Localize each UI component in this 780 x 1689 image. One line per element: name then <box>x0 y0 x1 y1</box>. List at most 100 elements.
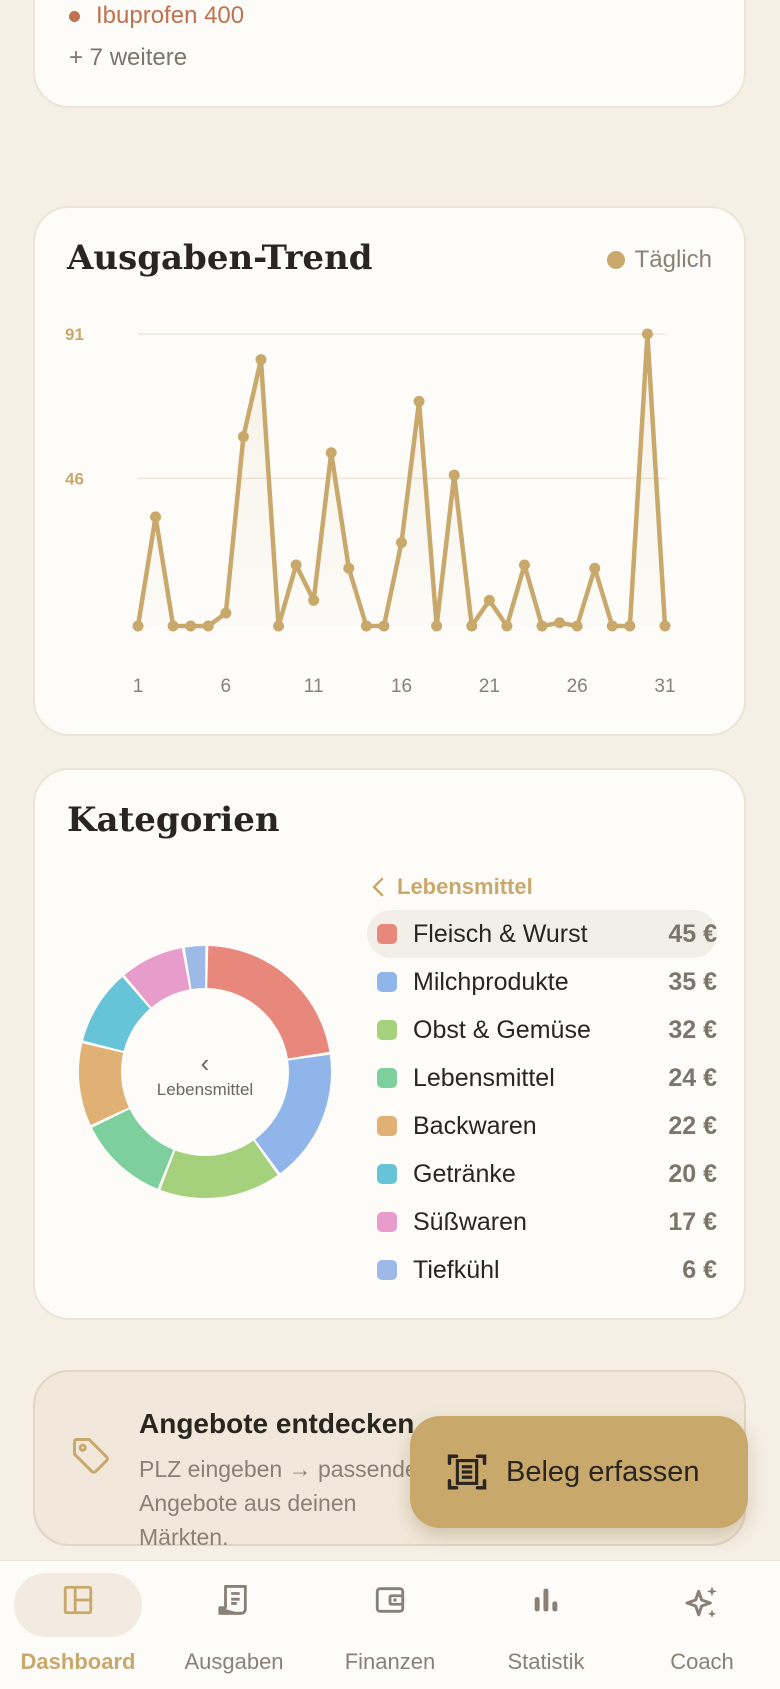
data-point[interactable] <box>624 620 636 632</box>
category-name: Milchprodukte <box>413 967 569 996</box>
category-amount: 32 € <box>668 1015 717 1044</box>
data-point[interactable] <box>273 620 285 632</box>
nav-coach[interactable]: Coach <box>624 1561 780 1689</box>
category-name: Getränke <box>413 1159 516 1188</box>
data-point[interactable] <box>378 620 390 632</box>
medication-item[interactable]: Ibuprofen 400 <box>69 2 244 30</box>
category-name: Süßwaren <box>413 1207 527 1236</box>
data-point[interactable] <box>308 594 320 606</box>
category-row[interactable]: Obst & Gemüse 32 € <box>367 1006 717 1054</box>
category-name: Obst & Gemüse <box>413 1015 591 1044</box>
category-name: Lebensmittel <box>413 1063 555 1092</box>
category-back-link[interactable]: Lebensmittel <box>371 874 533 900</box>
category-swatch <box>377 1068 397 1088</box>
category-amount: 35 € <box>668 967 717 996</box>
category-row[interactable]: Tiefkühl 6 € <box>367 1246 717 1294</box>
category-swatch <box>377 1212 397 1232</box>
category-swatch <box>377 1164 397 1184</box>
category-row[interactable]: Milchprodukte 35 € <box>367 958 717 1006</box>
spending-trend-card: Ausgaben-Trend Täglich 91 46 1 6 11 16 21 26 31 <box>33 206 746 736</box>
data-point[interactable] <box>150 511 162 523</box>
data-point[interactable] <box>431 620 443 632</box>
bottom-navigation: Dashboard Ausgaben Finanzen Statistik Co… <box>0 1560 780 1689</box>
data-point[interactable] <box>237 431 249 443</box>
x-tick-label: 31 <box>654 676 675 697</box>
data-point[interactable] <box>202 620 214 632</box>
data-point[interactable] <box>325 447 337 459</box>
data-point[interactable] <box>536 620 548 632</box>
x-tick-label: 11 <box>304 676 324 697</box>
donut-slice[interactable] <box>92 1109 174 1189</box>
data-point[interactable] <box>554 617 566 629</box>
data-point[interactable] <box>589 562 601 574</box>
category-name: Tiefkühl <box>413 1255 500 1284</box>
data-point[interactable] <box>290 559 302 571</box>
capture-receipt-label: Beleg erfassen <box>506 1455 700 1488</box>
data-point[interactable] <box>255 354 267 366</box>
data-point[interactable] <box>396 537 407 549</box>
sparkle-icon <box>624 1583 780 1623</box>
data-point[interactable] <box>483 594 495 606</box>
data-point[interactable] <box>641 328 653 340</box>
category-amount: 20 € <box>668 1159 717 1188</box>
data-point[interactable] <box>659 620 671 632</box>
data-point[interactable] <box>501 620 513 632</box>
data-point[interactable] <box>466 620 478 632</box>
data-point[interactable] <box>606 620 618 632</box>
category-swatch <box>377 1116 397 1136</box>
nav-coach-label: Coach <box>670 1649 734 1674</box>
data-point[interactable] <box>448 469 460 481</box>
receipt-icon <box>156 1583 312 1621</box>
data-point[interactable] <box>185 620 197 632</box>
nav-ausgaben-label: Ausgaben <box>184 1649 284 1674</box>
category-row[interactable]: Getränke 20 € <box>367 1150 717 1198</box>
nav-ausgaben[interactable]: Ausgaben <box>156 1561 312 1689</box>
data-point[interactable] <box>167 620 179 632</box>
data-point[interactable] <box>132 620 144 632</box>
y-tick-label: 91 <box>65 325 84 344</box>
wallet-icon <box>312 1583 468 1617</box>
nav-dashboard[interactable]: Dashboard <box>0 1561 156 1689</box>
category-row[interactable]: Lebensmittel 24 € <box>367 1054 717 1102</box>
tag-icon <box>73 1438 109 1474</box>
donut-slice[interactable] <box>160 1140 278 1198</box>
data-point[interactable] <box>518 559 530 571</box>
category-amount: 24 € <box>668 1063 717 1092</box>
trend-chart: 91461 6 11 16 21 26 31 <box>65 325 676 697</box>
offers-title: Angebote entdecken <box>139 1408 415 1439</box>
category-swatch <box>377 1020 397 1040</box>
y-tick-label: 46 <box>65 469 84 488</box>
data-point[interactable] <box>220 607 232 619</box>
category-row[interactable]: Fleisch & Wurst 45 € <box>367 910 717 958</box>
capture-receipt-button[interactable]: Beleg erfassen <box>410 1416 748 1528</box>
donut-center-back[interactable]: ‹ Lebensmittel <box>105 1050 305 1100</box>
x-tick-label: 6 <box>221 676 232 697</box>
donut-slice[interactable] <box>207 946 330 1059</box>
data-point[interactable] <box>343 562 355 574</box>
chevron-left-icon: ‹ <box>200 1048 210 1078</box>
category-row[interactable]: Backwaren 22 € <box>367 1102 717 1150</box>
data-point[interactable] <box>360 620 372 632</box>
offers-description: PLZ eingeben → passende Angebote aus dei… <box>139 1456 418 1550</box>
trend-area <box>138 334 665 626</box>
dashboard-icon <box>0 1583 156 1617</box>
x-tick-label: 1 <box>133 676 144 697</box>
medication-card: Ibuprofen 400 + 7 weitere <box>33 0 746 108</box>
category-name: Fleisch & Wurst <box>413 919 588 948</box>
data-point[interactable] <box>413 395 425 407</box>
category-row[interactable]: Süßwaren 17 € <box>367 1198 717 1246</box>
category-swatch <box>377 1260 397 1280</box>
category-amount: 17 € <box>668 1207 717 1236</box>
data-point[interactable] <box>571 620 583 632</box>
donut-center-label: Lebensmittel <box>156 1080 254 1099</box>
more-items-link[interactable]: + 7 weitere <box>69 44 187 72</box>
nav-finanzen[interactable]: Finanzen <box>312 1561 468 1689</box>
x-tick-label: 26 <box>567 676 588 697</box>
category-name: Backwaren <box>413 1111 537 1140</box>
bullet-dot <box>69 10 80 22</box>
category-amount: 22 € <box>668 1111 717 1140</box>
nav-finanzen-label: Finanzen <box>344 1649 436 1674</box>
nav-statistik[interactable]: Statistik <box>468 1561 624 1689</box>
breadcrumb-label: Lebensmittel <box>397 874 533 899</box>
bar-chart-icon <box>468 1583 624 1617</box>
